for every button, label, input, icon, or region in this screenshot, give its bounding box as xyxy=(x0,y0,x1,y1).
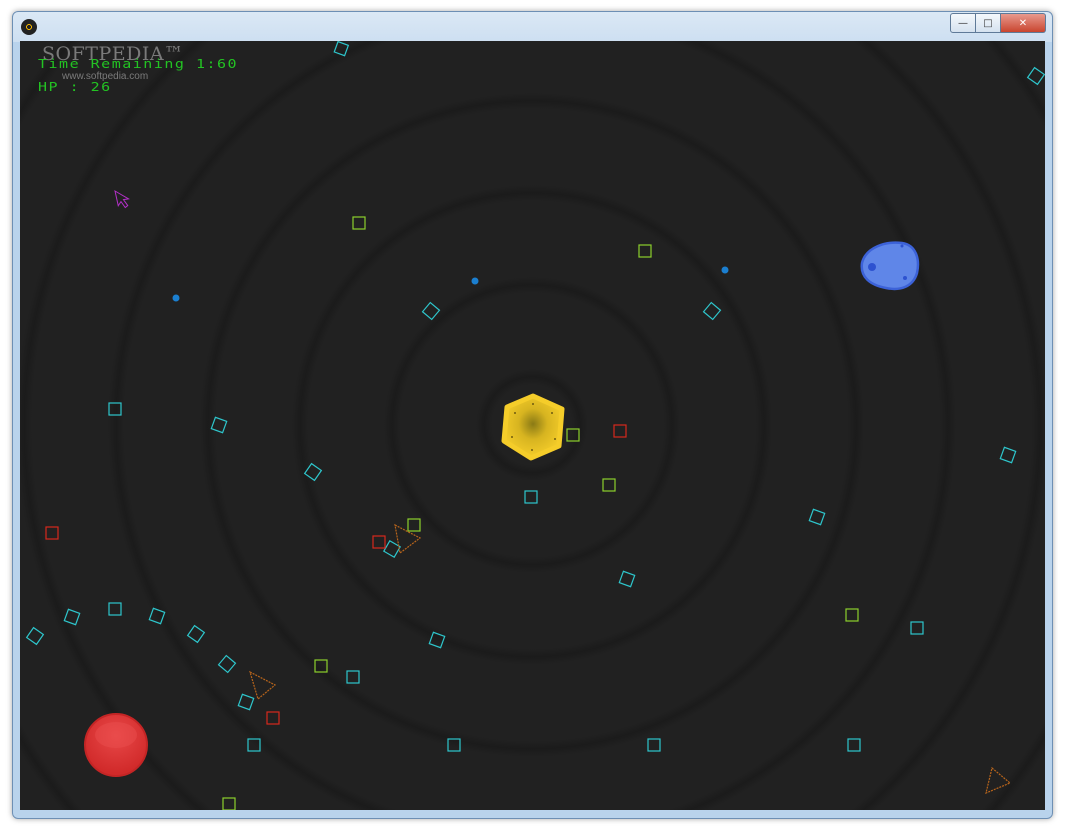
blue-dot xyxy=(172,294,180,302)
cyan-square xyxy=(148,607,166,625)
aim-cursor xyxy=(114,189,130,209)
cyan-square xyxy=(524,490,538,504)
cyan-square xyxy=(847,738,861,752)
cyan-square xyxy=(25,626,45,646)
red-square xyxy=(613,424,627,438)
cyan-square xyxy=(346,670,360,684)
player-ship xyxy=(501,393,565,461)
cyan-square xyxy=(63,608,81,626)
cyan-square xyxy=(702,301,722,321)
cyan-square xyxy=(108,402,122,416)
blue-blob-enemy xyxy=(860,241,920,291)
game-scene xyxy=(25,41,1045,810)
cyan-square xyxy=(1026,66,1045,86)
cyan-square xyxy=(808,508,826,526)
triangle-enemy xyxy=(249,670,277,701)
cyan-square xyxy=(910,621,924,635)
red-square xyxy=(45,526,59,540)
green-square xyxy=(407,518,421,532)
green-square xyxy=(352,216,366,230)
game-window: — □ ✕ SOFTPEDIA™ www.softpedia.com Time … xyxy=(12,11,1053,819)
close-button[interactable]: ✕ xyxy=(1001,13,1046,33)
green-square xyxy=(845,608,859,622)
cyan-square xyxy=(421,301,441,321)
cyan-square xyxy=(237,693,255,711)
cyan-square xyxy=(447,738,461,752)
blue-dot xyxy=(721,266,729,274)
cyan-square xyxy=(108,602,122,616)
cyan-square xyxy=(618,570,636,588)
red-square-group xyxy=(45,424,627,725)
cyan-square xyxy=(428,631,446,649)
cyan-square xyxy=(217,654,237,674)
triangle-enemy xyxy=(985,766,1012,795)
maximize-button[interactable]: □ xyxy=(976,13,1001,33)
caption-buttons: — □ ✕ xyxy=(950,13,1046,33)
cyan-square xyxy=(303,462,323,482)
green-square xyxy=(222,797,236,810)
cyan-square xyxy=(333,41,350,57)
blue-dot-group xyxy=(172,266,729,302)
green-square xyxy=(314,659,328,673)
cyan-square xyxy=(647,738,661,752)
title-bar[interactable]: — □ ✕ xyxy=(13,12,1052,42)
triangle-group xyxy=(249,523,1012,795)
red-orb xyxy=(84,713,148,777)
time-remaining-label: Time Remaining 1:60 xyxy=(38,57,239,72)
cyan-square xyxy=(210,416,228,434)
hp-label: HP : 26 xyxy=(38,80,112,95)
blue-dot xyxy=(471,277,479,285)
cyan-square xyxy=(999,446,1017,464)
green-square-group xyxy=(222,216,859,810)
green-square xyxy=(638,244,652,258)
red-square xyxy=(266,711,280,725)
cyan-square xyxy=(186,624,206,644)
game-canvas[interactable]: SOFTPEDIA™ www.softpedia.com Time Remain… xyxy=(20,41,1045,810)
red-square xyxy=(372,535,386,549)
minimize-button[interactable]: — xyxy=(950,13,976,33)
green-square xyxy=(566,428,580,442)
cyan-square xyxy=(247,738,261,752)
green-square xyxy=(602,478,616,492)
radiation-icon xyxy=(21,19,37,35)
